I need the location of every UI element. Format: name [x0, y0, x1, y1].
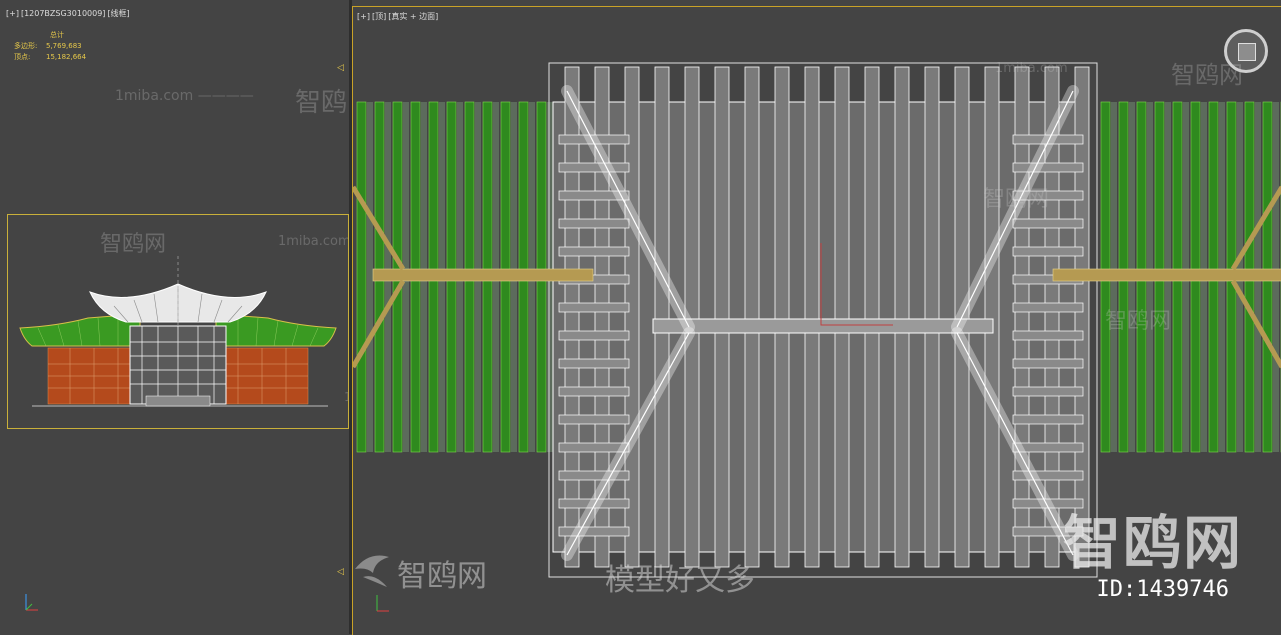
purlin-left: [558, 526, 630, 537]
eave-gap-left: [367, 102, 373, 452]
purlin-left: [558, 218, 630, 229]
watermark-brand-right: 智鸥网: [1171, 61, 1243, 89]
watermark-brand-bottom: 智鸥网: [397, 559, 487, 594]
roof-rafter: [774, 66, 790, 568]
roof-rafter: [864, 66, 880, 568]
watermark-brand: 智鸥网: [295, 88, 350, 118]
verts-value: 15,182,664: [46, 53, 87, 61]
watermark-slogan: 模型好又多: [605, 563, 755, 598]
viewport-shading-right[interactable]: [真实 + 边面]: [388, 12, 438, 21]
axis-gizmo-left: [25, 594, 38, 611]
eave-rafter-left: [356, 101, 367, 453]
side-beam-right: [1052, 268, 1281, 282]
roof-rafter: [654, 66, 670, 568]
viewport-label-left[interactable]: [+] [1207BZSG3010009] [线框]: [6, 8, 132, 19]
viewport-menu-plus-right[interactable]: [+]: [357, 12, 370, 21]
purlin-left: [558, 330, 630, 341]
purlin-left: [558, 162, 630, 173]
viewport-left[interactable]: [+] [1207BZSG3010009] [线框] 总计 多边形: 5,769,68…: [0, 0, 350, 634]
watermark-id: ID:1439746: [1096, 577, 1229, 602]
side-beam-left: [372, 268, 594, 282]
viewport-menu-plus[interactable]: [+]: [6, 9, 19, 18]
viewport-label-right[interactable]: [+] [顶] [真实 + 边面]: [357, 11, 440, 22]
roof-rafter: [924, 66, 940, 568]
purlin-right: [1012, 302, 1084, 313]
roof-rafter: [894, 66, 910, 568]
viewport-pivot-arrow: ◁: [337, 63, 344, 73]
purlin-right: [1012, 358, 1084, 369]
viewport-shading-mode[interactable]: [线框]: [107, 9, 129, 18]
viewport-view-top[interactable]: [顶]: [372, 12, 386, 21]
watermark-brand-right-2: 智鸥网: [983, 187, 1050, 212]
purlin-left: [558, 358, 630, 369]
polys-value: 5,769,683: [46, 42, 82, 50]
roof-rafter: [744, 66, 760, 568]
scene-statistics: 总计 多边形: 5,769,683 顶点: 15,182,664: [14, 30, 86, 63]
polys-label: 多边形:: [14, 42, 38, 50]
purlin-right: [1012, 330, 1084, 341]
purlin-right: [1012, 246, 1084, 257]
watermark-site-right: 1miba.com: [995, 61, 1068, 76]
axis-gizmo-right: [376, 595, 389, 612]
purlin-left: [558, 246, 630, 257]
watermark-site: 1miba.com ————: [115, 88, 254, 104]
purlin-right: [1012, 162, 1084, 173]
viewport-camera-name[interactable]: [1207BZSG3010009]: [21, 9, 105, 18]
watermark-big-brand: 智鸥网: [1062, 509, 1243, 577]
purlin-left: [558, 302, 630, 313]
main-ridge: [652, 318, 994, 334]
purlin-left: [558, 386, 630, 397]
purlin-right: [1012, 386, 1084, 397]
stats-header: 总计: [50, 31, 64, 39]
roof-rafter: [984, 66, 1000, 568]
purlin-left: [558, 414, 630, 425]
temple-elevation-model[interactable]: [18, 256, 338, 411]
roof-rafter: [804, 66, 820, 568]
roof-rafter: [834, 66, 850, 568]
verts-label: 顶点:: [14, 53, 31, 61]
viewport-pivot-arrow-bottom: ◁: [337, 567, 344, 577]
purlin-right: [1012, 218, 1084, 229]
purlin-right: [1012, 414, 1084, 425]
brand-bird-icon: [355, 555, 389, 587]
watermark-brand-right-3: 智鸥网: [1105, 309, 1172, 334]
roof-rafter: [714, 66, 730, 568]
